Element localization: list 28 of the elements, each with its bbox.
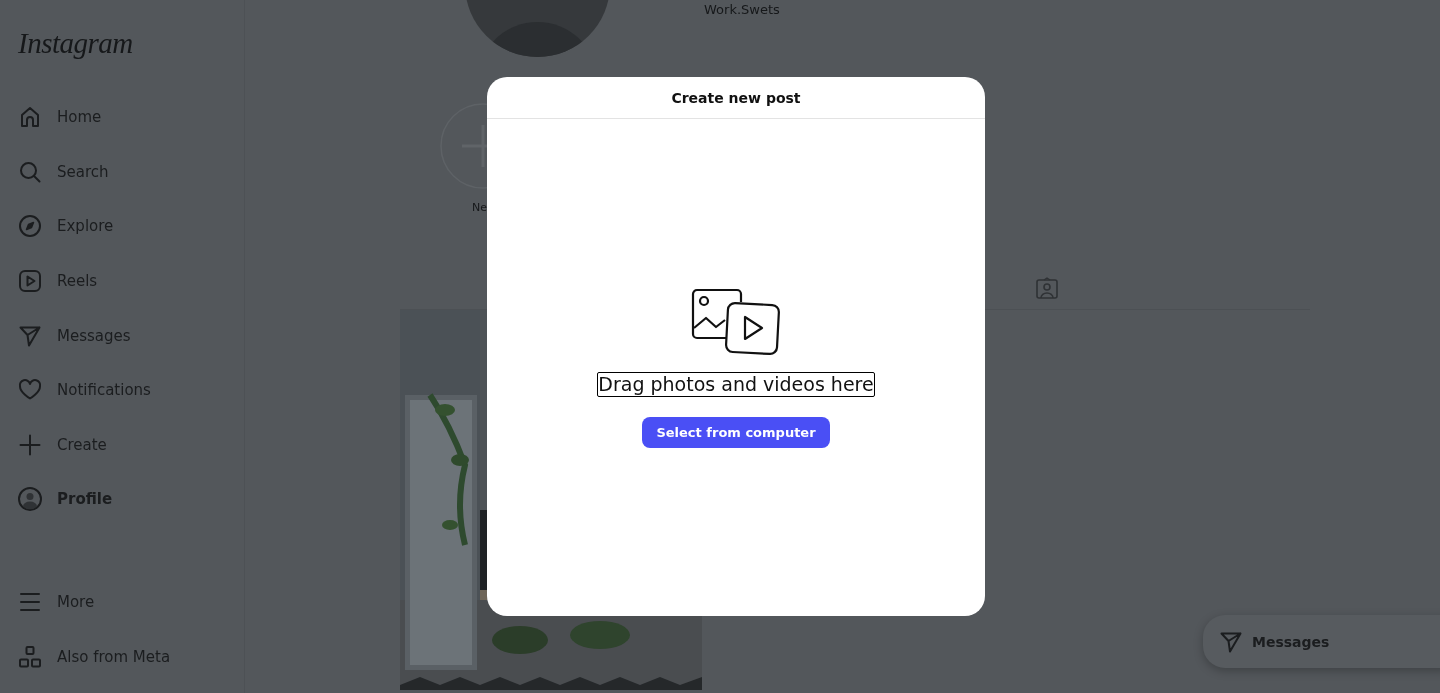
nav-item[interactable]: Reels — [18, 253, 98, 309]
nav-item[interactable]: Create — [18, 417, 107, 473]
compass-icon — [18, 214, 42, 239]
username: Work.Swets — [704, 2, 780, 17]
tagged-tab[interactable] — [1036, 277, 1058, 299]
nav-item[interactable]: More — [18, 574, 95, 630]
nav-item[interactable]: Profile — [18, 472, 113, 527]
highlight-label: Ne — [472, 201, 487, 214]
photo-video-icon — [691, 288, 781, 356]
nav-item[interactable]: Also from Meta — [18, 629, 171, 684]
nav-item[interactable]: Home — [18, 90, 102, 145]
dialog-title: Create new post — [671, 89, 801, 106]
nav-item[interactable]: Explore — [18, 199, 114, 254]
plus-icon — [18, 432, 42, 457]
send-icon — [18, 323, 42, 348]
home-icon — [18, 105, 42, 130]
nav-item[interactable]: Search — [18, 144, 109, 200]
avatar-icon — [18, 487, 42, 512]
send-icon — [1219, 629, 1243, 654]
search-icon — [18, 159, 42, 184]
play-square-icon — [18, 269, 42, 294]
nav-item[interactable]: Messages — [18, 308, 131, 363]
nav-item[interactable]: Notifications — [18, 362, 151, 418]
instagram-logo[interactable]: Instagram — [18, 26, 133, 60]
messages-button[interactable]: Messages — [1203, 615, 1440, 668]
blocks-icon — [18, 644, 42, 669]
select-from-computer-button[interactable]: Select from computer — [642, 417, 830, 448]
drop-zone-prompt: Drag photos and videos here — [597, 372, 875, 397]
